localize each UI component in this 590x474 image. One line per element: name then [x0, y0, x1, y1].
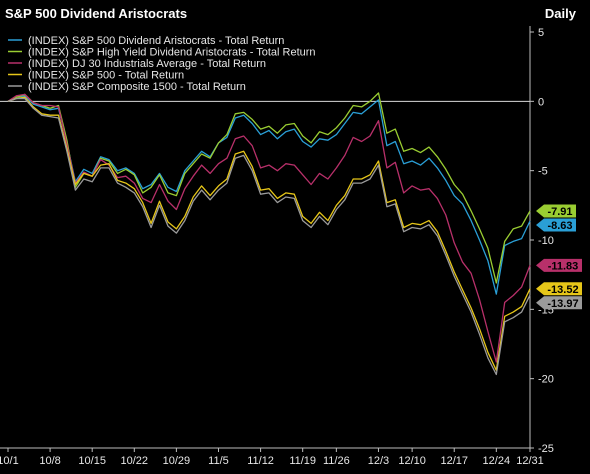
- series-line-2: [7, 92, 531, 284]
- x-tick-label: 11/5: [208, 455, 229, 467]
- x-tick-label: 11/12: [247, 455, 274, 467]
- y-tick-label: -25: [538, 443, 554, 455]
- end-value-labels: -7.91 -8.63 -11.83 -13.52 -13.97: [536, 204, 582, 310]
- legend-entry: (INDEX) S&P Composite 1500 - Total Retur…: [28, 81, 246, 93]
- y-tick-label: 5: [538, 27, 544, 39]
- x-tick-label: 10/8: [39, 455, 60, 467]
- legend: (INDEX) S&P 500 Dividend Aristocrats - T…: [8, 35, 316, 93]
- end-value-label: -11.83: [548, 260, 579, 272]
- legend-entry: (INDEX) S&P High Yield Dividend Aristocr…: [28, 47, 316, 59]
- line-chart: 50-5-10-15-20-2510/1 10/8 10/15 10/22 10/29 1…: [0, 26, 582, 467]
- legend-entry: (INDEX) DJ 30 Industrials Average - Tota…: [28, 58, 266, 70]
- legend-entry: (INDEX) S&P 500 Dividend Aristocrats - T…: [28, 35, 284, 47]
- x-tick-label: 11/26: [323, 455, 350, 467]
- x-tick-label: 12/31: [516, 455, 544, 467]
- x-tick-label: 11/19: [289, 455, 316, 467]
- series-lines: [7, 92, 531, 376]
- end-value-label: -7.91: [547, 206, 572, 218]
- y-tick-label: 0: [538, 96, 544, 108]
- y-tick-label: -20: [538, 374, 554, 386]
- series-line-3: [7, 93, 531, 363]
- y-tick-label: -10: [538, 235, 554, 247]
- x-tick-label: 12/10: [398, 455, 426, 467]
- x-tick-label: 12/17: [440, 455, 468, 467]
- x-tick-label: 10/1: [0, 455, 19, 467]
- x-tick-label: 10/29: [163, 455, 191, 467]
- end-value-label: -13.97: [547, 298, 578, 310]
- x-tick-label: 10/22: [121, 455, 149, 467]
- x-tick-label: 12/3: [368, 455, 389, 467]
- end-value-label: -13.52: [547, 284, 578, 296]
- x-tick-label: 12/24: [483, 455, 511, 467]
- y-tick-label: -5: [538, 166, 548, 178]
- x-tick-label: 10/15: [78, 455, 106, 467]
- legend-entry: (INDEX) S&P 500 - Total Return: [28, 70, 184, 82]
- end-value-label: -8.63: [547, 220, 572, 232]
